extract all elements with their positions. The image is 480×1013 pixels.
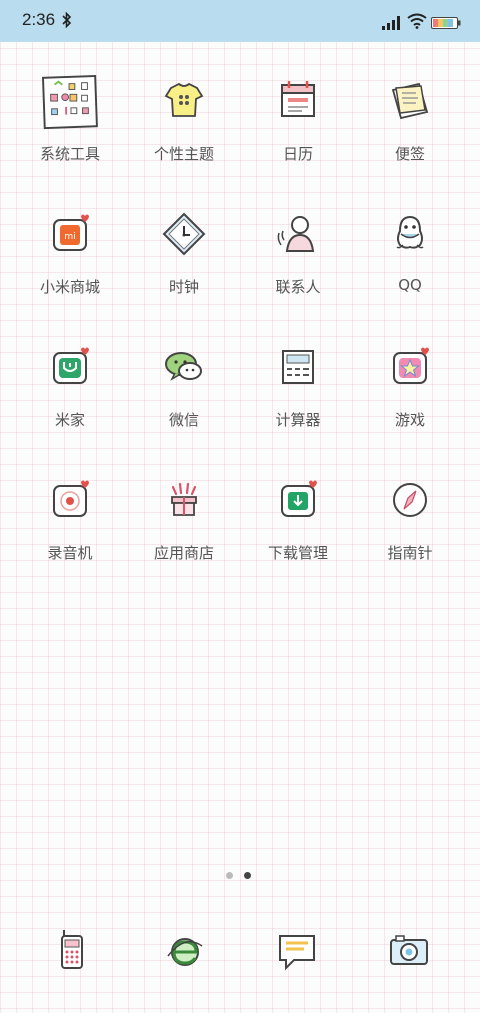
app-label: 微信 [168,411,199,429]
app-label: 小米商城 [39,278,100,296]
app-recorder[interactable]: 录音机 [14,467,126,577]
app-label: 时钟 [168,278,199,296]
app-label: 录音机 [47,544,93,562]
messages-icon[interactable] [272,926,322,976]
app-mijia[interactable]: 米家 [14,334,126,444]
wifi-icon [407,13,427,29]
mi-store-icon: mi [53,214,89,251]
theme-shirt-icon [164,82,204,117]
app-qq[interactable]: QQ [354,201,466,311]
page-dot-active[interactable] [244,872,251,879]
phone-icon[interactable] [47,926,97,976]
contacts-icon [277,216,315,252]
app-label: 应用商店 [153,544,214,562]
app-download[interactable]: 下载管理 [242,467,354,577]
status-time: 2:36 [22,10,56,29]
app-label: 计算器 [275,411,321,429]
app-calendar[interactable]: 日历 [242,68,354,178]
app-store-icon [171,482,197,516]
svg-text:mi: mi [64,232,75,242]
app-label: 联系人 [275,278,321,296]
app-label: QQ [398,276,422,294]
app-clock[interactable]: 时钟 [128,201,240,311]
app-label: 个性主题 [153,145,214,163]
app-contacts[interactable]: 联系人 [242,201,354,311]
app-label: 日历 [282,145,313,163]
notes-icon [391,82,429,120]
recorder-icon [53,480,89,517]
calendar-icon [281,81,315,117]
calculator-icon [282,350,314,384]
qq-icon [396,215,424,249]
app-label: 便签 [394,145,425,163]
signal-icon [382,16,400,30]
bluetooth-icon [62,12,72,28]
app-calculator[interactable]: 计算器 [242,334,354,444]
games-icon [393,347,429,384]
app-label: 系统工具 [39,145,100,163]
app-games[interactable]: 游戏 [354,334,466,444]
tools-folder-icon [42,75,98,130]
page-dot[interactable] [226,872,233,879]
browser-icon[interactable] [160,926,210,976]
download-icon [281,480,317,517]
app-label: 指南针 [387,544,433,562]
app-label: 下载管理 [267,544,328,562]
battery-icon [431,17,461,29]
app-compass[interactable]: 指南针 [354,467,466,577]
compass-icon [393,483,427,517]
mijia-icon [53,347,89,384]
status-bar: 2:36 [0,0,480,42]
app-notes[interactable]: 便签 [354,68,466,178]
app-wechat[interactable]: 微信 [128,334,240,444]
clock-icon [162,212,206,256]
app-mi-store[interactable]: mi 小米商城 [14,201,126,311]
app-label: 游戏 [394,411,425,429]
dock [0,920,480,980]
app-system-tools[interactable]: 系统工具 [14,68,126,178]
camera-icon[interactable] [384,926,434,976]
app-label: 米家 [54,411,85,429]
app-theme[interactable]: 个性主题 [128,68,240,178]
app-app-store[interactable]: 应用商店 [128,467,240,577]
wechat-icon [165,352,202,381]
